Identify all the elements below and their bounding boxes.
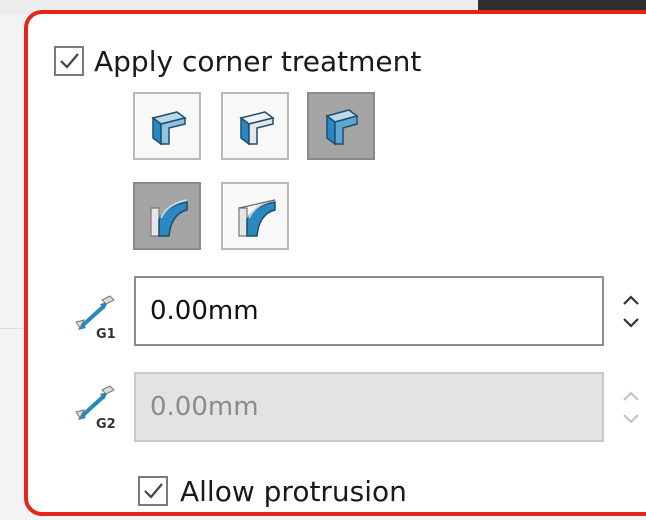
- gap-g2-spinner[interactable]: [620, 372, 642, 442]
- allow-protrusion-checkbox[interactable]: [138, 476, 168, 506]
- gap-g1-spinner[interactable]: [620, 276, 642, 346]
- extend-corner-icon: [238, 199, 276, 237]
- chevron-up-icon[interactable]: [623, 295, 639, 305]
- gap-g1-input[interactable]: 0.00mm: [134, 276, 604, 346]
- background-dark-region: [478, 0, 646, 10]
- apply-corner-treatment-label: Apply corner treatment: [94, 45, 422, 78]
- svg-text:G2: G2: [96, 417, 116, 432]
- chevron-down-icon[interactable]: [623, 414, 639, 424]
- checkmark-icon: [144, 483, 163, 499]
- gap-g2-input[interactable]: 0.00mm: [134, 372, 604, 442]
- chevron-down-icon[interactable]: [623, 318, 639, 328]
- corner-underlap-icon: [239, 111, 275, 146]
- corner-butt-button[interactable]: [307, 92, 375, 160]
- trim-corner-icon: [150, 199, 188, 237]
- corner-overlap-icon: [151, 111, 187, 146]
- corner-overlap-button[interactable]: [133, 92, 201, 160]
- gap-distance-g2-icon: G2: [74, 384, 124, 434]
- gap-distance-g1-icon: G1: [74, 294, 124, 344]
- trim-corner-button[interactable]: [133, 182, 201, 250]
- corner-butt-icon: [325, 109, 359, 146]
- corner-treatment-panel: Apply corner treatment G1 0.00mm G2 0.00…: [24, 10, 646, 516]
- allow-protrusion-label: Allow protrusion: [180, 475, 407, 508]
- svg-text:G1: G1: [96, 327, 116, 342]
- corner-underlap-button[interactable]: [221, 92, 289, 160]
- checkmark-icon: [60, 53, 79, 69]
- apply-corner-treatment-checkbox[interactable]: [54, 46, 84, 76]
- chevron-up-icon[interactable]: [623, 391, 639, 401]
- extend-corner-button[interactable]: [221, 182, 289, 250]
